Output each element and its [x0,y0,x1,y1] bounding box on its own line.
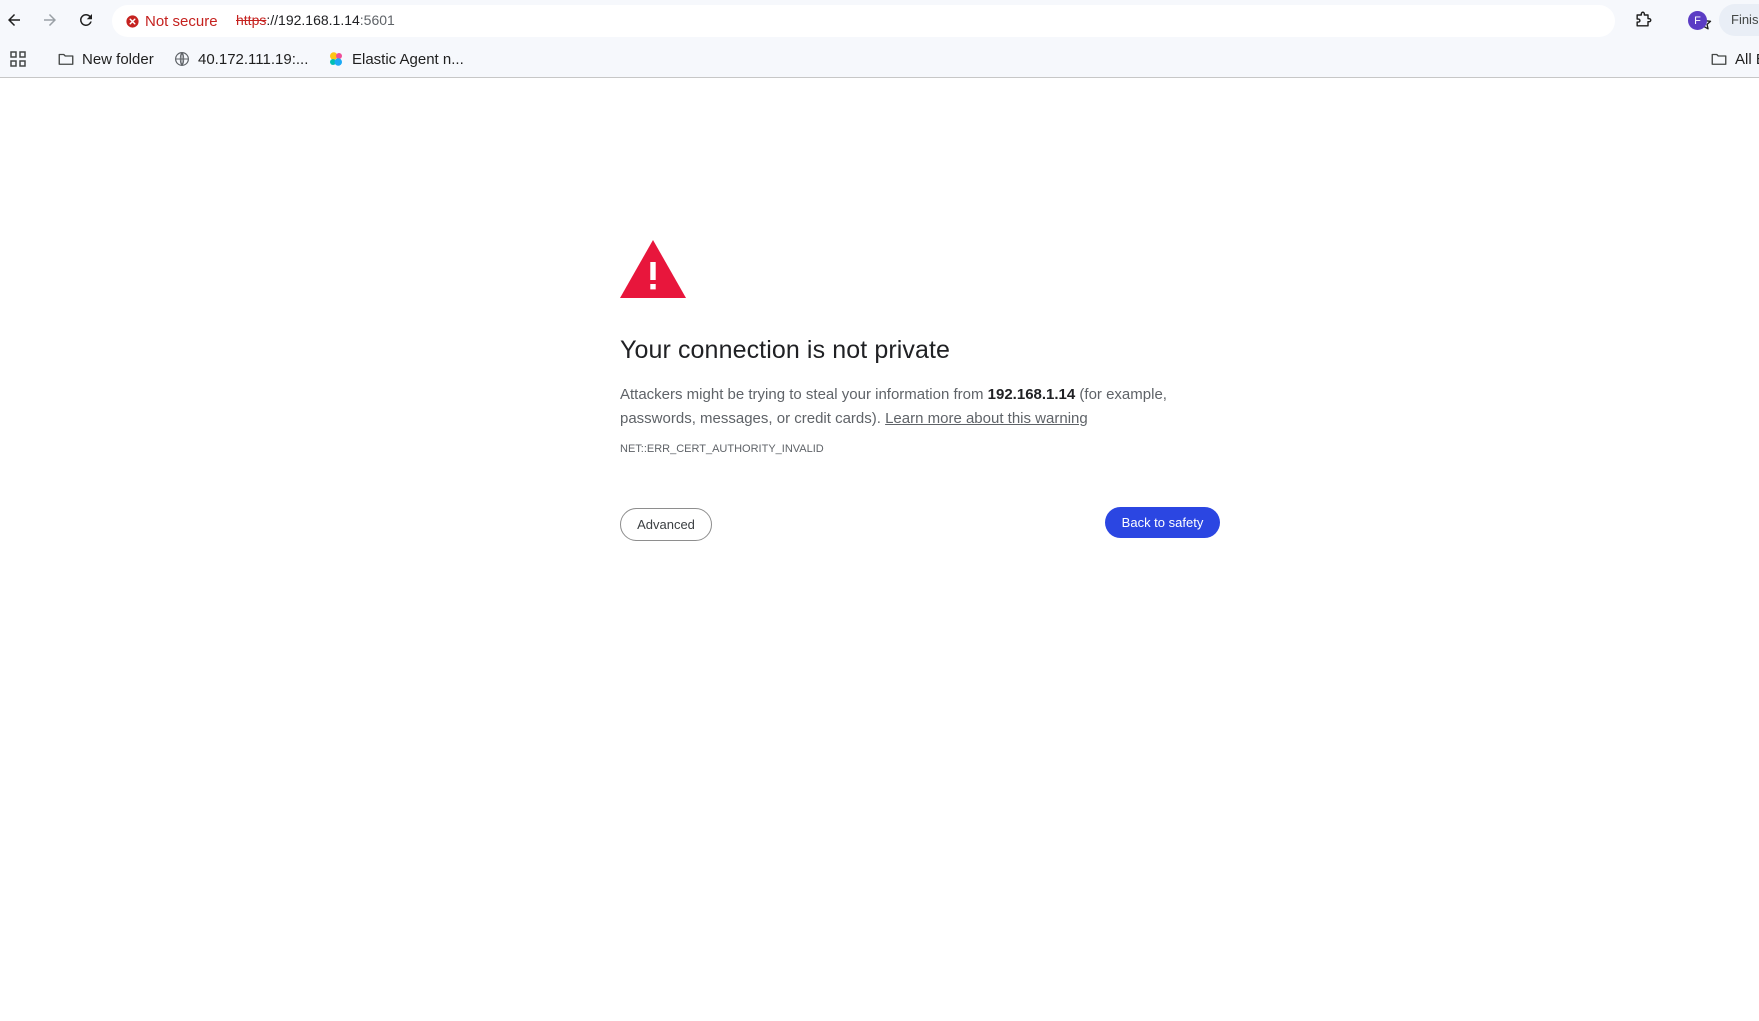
arrow-right-icon [44,14,56,26]
body-prefix: Attackers might be trying to steal your … [620,386,988,403]
arrow-left-icon [8,14,20,26]
bookmarks-bar: New folder 40.172.111.19:... Elastic Age… [0,40,1759,78]
back-button[interactable] [0,6,28,34]
bookmark-label: Elastic Agent n... [352,50,464,68]
bookmark-elastic-agent[interactable]: Elastic Agent n... [327,46,464,72]
url-text[interactable]: https://192.168.1.14:5601 [236,12,395,28]
url-port: :5601 [359,12,395,28]
learn-more-link[interactable]: Learn more about this warning [885,410,1088,427]
bookmark-label: New folder [82,50,154,68]
url-scheme: https [236,12,267,28]
error-code: NET::ERR_CERT_AUTHORITY_INVALID [620,443,824,455]
error-circle-icon [126,14,139,28]
bookmark-ip-address[interactable]: 40.172.111.19:... [173,46,308,72]
advanced-button[interactable]: Advanced [620,508,712,541]
action-buttons: Advanced Back to safety [620,507,1220,547]
back-to-safety-button[interactable]: Back to safety [1105,507,1220,538]
profile-avatar[interactable]: F [1688,11,1707,30]
warning-explanation: Attackers might be trying to steal your … [620,383,1220,431]
bookmark-label: 40.172.111.19:... [198,50,309,68]
body-host: 192.168.1.14 [987,386,1076,403]
elastic-logo-icon [330,52,342,66]
page-title: Your connection is not private [620,336,951,364]
folder-icon [1711,53,1727,65]
extensions-button[interactable] [1629,6,1657,34]
warning-triangle-icon [620,240,686,298]
forward-button[interactable] [36,6,64,34]
security-indicator[interactable]: Not secure [120,9,226,33]
browser-toolbar: Not secure https://192.168.1.14:5601 F F… [0,0,1759,40]
url-host: 192.168.1.14 [278,12,360,28]
reload-icon [79,13,92,26]
apps-grid-icon[interactable] [9,50,27,68]
folder-icon [58,53,74,65]
address-bar[interactable]: Not secure https://192.168.1.14:5601 [112,5,1712,37]
globe-icon [175,52,189,66]
finish-update-chip[interactable]: Finish update [1719,4,1759,36]
bookmark-new-folder[interactable]: New folder [57,46,154,72]
all-bookmarks-button[interactable]: All Bookmarks [1710,46,1759,72]
all-bookmarks-label: All Bookmarks [1735,50,1759,68]
privacy-error-interstitial: Your connection is not private Attackers… [620,240,1220,547]
not-secure-label: Not secure [145,12,218,30]
url-separator: :// [266,12,279,28]
puzzle-icon [1636,11,1652,27]
reload-button[interactable] [72,6,100,34]
